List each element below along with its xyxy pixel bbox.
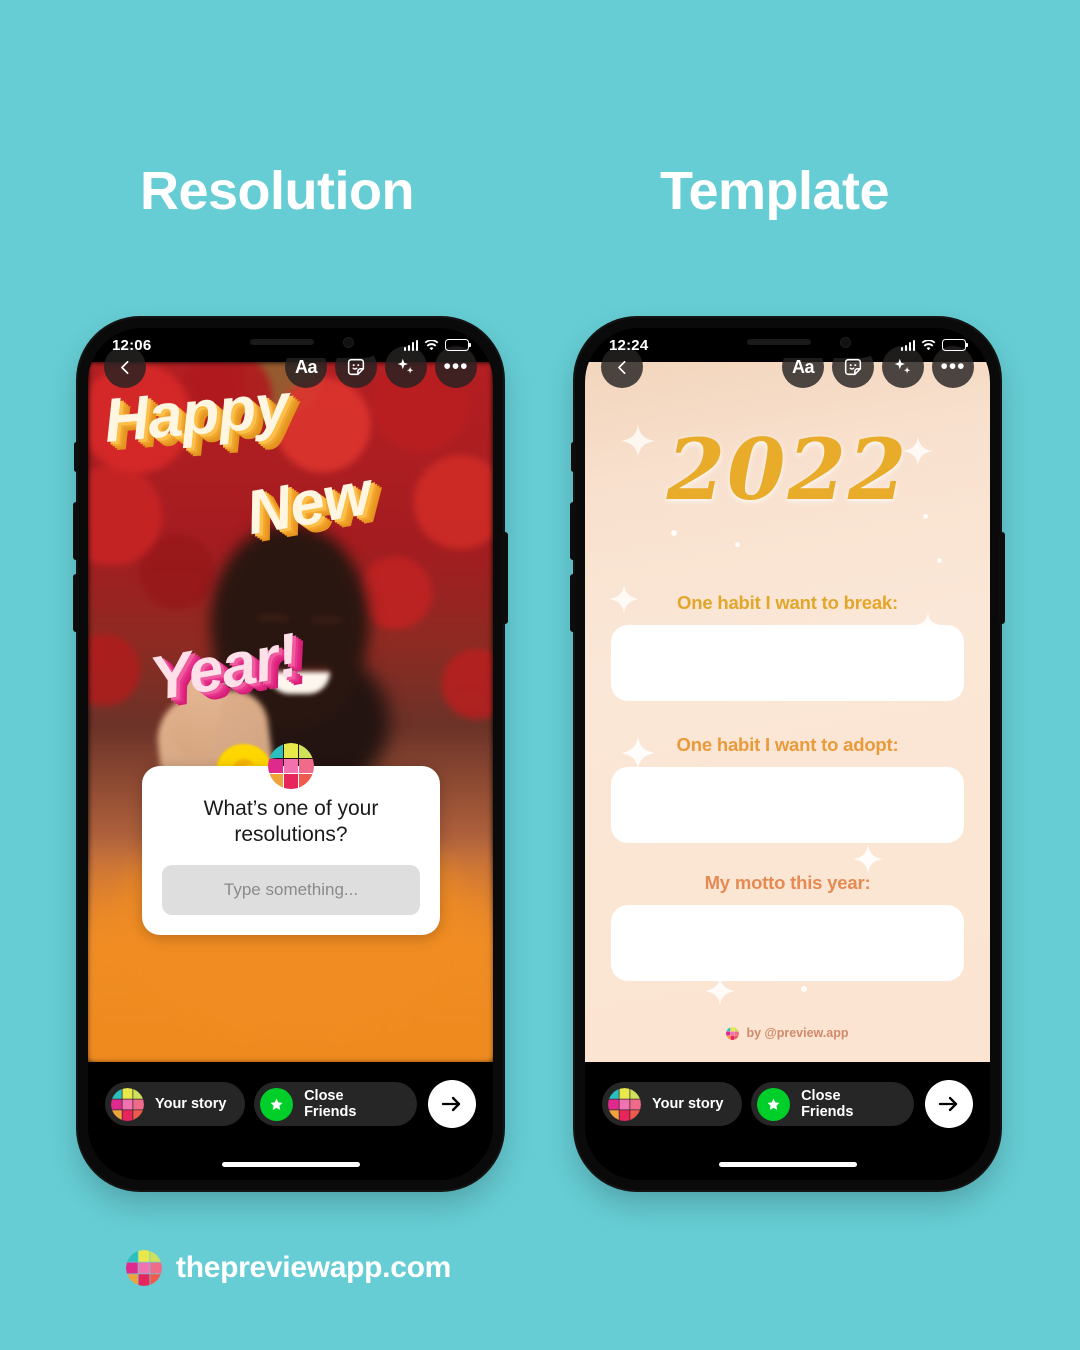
phone-power-button[interactable] (999, 532, 1005, 624)
question-sticker-input[interactable]: Type something... (162, 865, 420, 916)
close-friends-label: Close Friends (801, 1088, 854, 1120)
home-indicator[interactable] (718, 1161, 857, 1167)
arrow-right-icon (441, 1096, 461, 1112)
decor-dot (937, 558, 942, 563)
home-indicator[interactable] (221, 1161, 360, 1167)
template-year-title: 2022 (666, 420, 909, 519)
more-dots-icon: ••• (940, 355, 966, 378)
phone-screen-resolution: Happy New Year! What’s one of your resol… (88, 328, 493, 1180)
close-friends-label: Close Friends (304, 1088, 357, 1120)
decor-dot (801, 986, 807, 992)
preview-grid-logo-icon (126, 1250, 162, 1286)
your-story-label: Your story (652, 1096, 724, 1112)
footer-brand-text: thepreviewapp.com (176, 1251, 451, 1284)
phone-power-button[interactable] (502, 532, 508, 624)
phone-mockup-resolution: Happy New Year! What’s one of your resol… (73, 318, 508, 1190)
question-sticker-text: What’s one of your resolutions? (203, 797, 379, 846)
notch-speaker (249, 339, 314, 345)
phone-notch (197, 328, 384, 358)
your-story-button[interactable]: Your story (602, 1082, 743, 1126)
wifi-icon (424, 339, 439, 351)
field-input-motto[interactable] (602, 905, 964, 990)
notch-speaker (746, 339, 811, 345)
cellular-signal-icon (900, 339, 915, 351)
phone-volume-up-button[interactable] (73, 502, 79, 560)
cellular-signal-icon (403, 339, 418, 351)
phone-mockup-template: 2022 One habit I want to break: One habi… (570, 318, 1005, 1190)
preview-grid-logo-icon (268, 743, 314, 789)
close-friends-button[interactable]: Close Friends (751, 1082, 914, 1126)
template-field-adopt: One habit I want to adopt: (602, 734, 964, 852)
phone-volume-down-button[interactable] (73, 574, 79, 632)
template-field-break: One habit I want to break: (602, 592, 964, 710)
close-friends-button[interactable]: Close Friends (254, 1082, 417, 1126)
battery-icon (445, 339, 472, 351)
template-field-motto: My motto this year: (602, 872, 964, 990)
arrow-right-icon (938, 1096, 958, 1112)
battery-icon (942, 339, 969, 351)
template-credit-text: by @preview.app (746, 1026, 849, 1040)
preview-grid-logo-icon (111, 1087, 144, 1121)
story-canvas-resolution[interactable]: Happy New Year! What’s one of your resol… (88, 362, 493, 1062)
phone-screen-template: 2022 One habit I want to break: One habi… (585, 328, 990, 1180)
field-label-adopt: One habit I want to adopt: (676, 734, 899, 755)
green-star-icon (757, 1087, 791, 1121)
template-credit: by @preview.app (585, 1026, 990, 1040)
portrait-eye-right (310, 616, 344, 624)
green-star-icon (260, 1087, 294, 1121)
field-label-break: One habit I want to break: (677, 592, 898, 613)
phone-volume-up-button[interactable] (570, 502, 576, 560)
preview-grid-logo-icon (726, 1026, 740, 1040)
more-dots-icon: ••• (443, 355, 469, 378)
status-time: 12:06 (112, 336, 152, 354)
notch-camera (342, 337, 354, 348)
question-sticker[interactable]: What’s one of your resolutions? Type som… (142, 743, 440, 936)
heading-template: Template (660, 161, 890, 221)
phone-notch (694, 328, 881, 358)
your-story-button[interactable]: Your story (105, 1082, 246, 1126)
preview-grid-logo-icon (608, 1087, 641, 1121)
send-button[interactable] (925, 1080, 973, 1128)
field-label-motto: My motto this year: (704, 872, 871, 893)
send-button[interactable] (428, 1080, 476, 1128)
your-story-label: Your story (155, 1096, 227, 1112)
notch-camera (839, 337, 851, 348)
story-canvas-template[interactable]: 2022 One habit I want to break: One habi… (585, 362, 990, 1062)
status-time: 12:24 (609, 336, 649, 354)
decor-dot (735, 542, 740, 547)
phone-volume-down-button[interactable] (570, 574, 576, 632)
phone-silent-switch[interactable] (571, 442, 576, 472)
portrait-subject (88, 362, 493, 1062)
field-input-break[interactable] (602, 625, 964, 710)
decor-dot (671, 530, 677, 536)
heading-resolution: Resolution (140, 161, 415, 221)
footer-brand: thepreviewapp.com (126, 1250, 451, 1286)
wifi-icon (921, 339, 936, 351)
phone-silent-switch[interactable] (74, 442, 79, 472)
field-input-adopt[interactable] (602, 767, 964, 852)
